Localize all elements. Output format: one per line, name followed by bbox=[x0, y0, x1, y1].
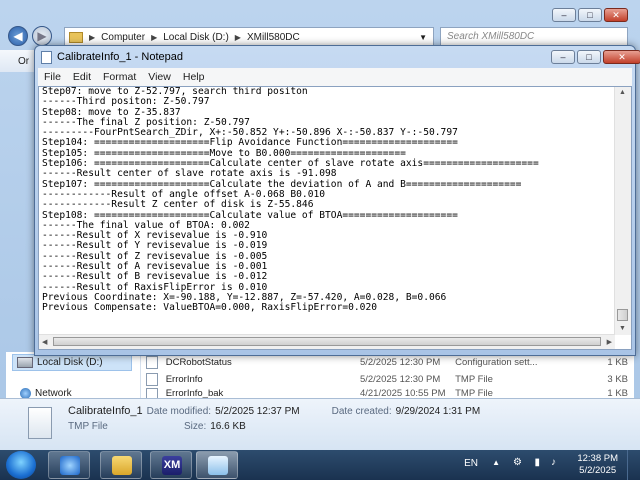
window-title: CalibrateInfo_1 - Notepad bbox=[57, 51, 183, 63]
address-bar[interactable]: ▶ Computer ▶ Local Disk (D:) ▶ XMill580D… bbox=[64, 27, 434, 47]
details-info: CalibrateInfo_1 Date modified: 5/2/2025 … bbox=[68, 405, 480, 432]
file-name: ErrorInfo_bak bbox=[165, 388, 224, 398]
nav-item-local-disk[interactable]: Local Disk (D:) bbox=[12, 354, 132, 371]
menu-format[interactable]: Format bbox=[97, 71, 142, 83]
maximize-button[interactable]: □ bbox=[577, 50, 601, 64]
config-file-icon bbox=[146, 355, 158, 369]
details-modified: 5/2/2025 12:37 PM bbox=[215, 406, 300, 417]
clock-date: 5/2/2025 bbox=[579, 465, 617, 476]
chevron-right-icon: ▶ bbox=[234, 32, 241, 42]
editor-content[interactable]: Step07: move to Z-52.797, search third p… bbox=[42, 87, 614, 337]
menu-file[interactable]: File bbox=[38, 71, 67, 83]
scroll-down-icon[interactable]: ▼ bbox=[619, 325, 626, 332]
breadcrumb-local-disk[interactable]: Local Disk (D:) bbox=[163, 32, 229, 43]
file-row[interactable]: ErrorInfo 5/2/2025 12:30 PM TMP File 3 K… bbox=[146, 371, 628, 387]
file-date: 5/2/2025 12:30 PM bbox=[359, 373, 441, 385]
vertical-scrollbar[interactable]: ▲ ▼ bbox=[614, 87, 631, 335]
file-name: ErrorInfo bbox=[165, 373, 203, 385]
text-line: Previous Compensate: ValueBTOA=0.000, Ra… bbox=[42, 302, 378, 314]
tray-app-icon[interactable]: ⚙ bbox=[513, 457, 522, 468]
taskbar: XM EN ▲ ⚙ ▮ ♪ 12:38 PM 5/2/2025 bbox=[0, 450, 640, 480]
file-row[interactable]: DCRobotStatus 5/2/2025 12:30 PM Configur… bbox=[146, 354, 628, 370]
file-row[interactable]: ErrorInfo_bak 4/21/2025 10:55 PM TMP Fil… bbox=[146, 388, 628, 398]
file-type: Configuration sett... bbox=[455, 356, 538, 368]
details-modified-label: Date modified: bbox=[146, 406, 212, 417]
taskbar-app-notepad[interactable] bbox=[196, 451, 238, 479]
maximize-button[interactable]: □ bbox=[578, 8, 602, 22]
clock[interactable]: 12:38 PM 5/2/2025 bbox=[577, 453, 618, 477]
scroll-thumb[interactable] bbox=[617, 309, 628, 321]
organize-label: Or bbox=[18, 56, 30, 67]
clock-time: 12:38 PM bbox=[577, 453, 618, 464]
notepad-window-controls: – □ ✕ bbox=[551, 50, 640, 64]
chevron-right-icon: ▶ bbox=[89, 32, 96, 42]
details-created: 9/29/2024 1:31 PM bbox=[395, 406, 481, 417]
taskbar-app-xm[interactable]: XM bbox=[150, 451, 192, 479]
teamviewer-icon bbox=[60, 456, 80, 475]
menu-edit[interactable]: Edit bbox=[67, 71, 97, 83]
file-icon bbox=[146, 388, 158, 398]
file-icon bbox=[146, 372, 158, 386]
close-button[interactable]: ✕ bbox=[604, 8, 628, 22]
language-indicator[interactable]: EN bbox=[464, 458, 478, 469]
taskbar-app-teamviewer[interactable] bbox=[48, 451, 90, 479]
scroll-up-icon[interactable]: ▲ bbox=[619, 89, 626, 96]
text-editor[interactable]: Step07: move to Z-52.797, search third p… bbox=[38, 86, 632, 350]
folder-icon bbox=[112, 456, 132, 475]
notepad-window: CalibrateInfo_1 - Notepad – □ ✕ File Edi… bbox=[34, 45, 640, 356]
back-icon[interactable]: ◀ bbox=[8, 26, 28, 46]
file-type: TMP File bbox=[455, 388, 493, 398]
file-date: 4/21/2025 10:55 PM bbox=[359, 388, 446, 398]
notepad-icon bbox=[208, 456, 228, 475]
start-button[interactable] bbox=[6, 451, 36, 479]
volume-icon[interactable]: ♪ bbox=[551, 457, 556, 468]
xm-icon: XM bbox=[162, 456, 182, 475]
scroll-thumb[interactable] bbox=[53, 337, 601, 346]
details-filename: CalibrateInfo_1 bbox=[68, 405, 143, 417]
file-size: 3 KB bbox=[607, 373, 628, 385]
chevron-right-icon: ▶ bbox=[151, 32, 158, 42]
details-pane: CalibrateInfo_1 Date modified: 5/2/2025 … bbox=[0, 398, 640, 451]
breadcrumb-xmill580dc[interactable]: XMill580DC bbox=[247, 32, 300, 43]
details-type: TMP File bbox=[68, 421, 108, 432]
breadcrumb-computer[interactable]: Computer bbox=[101, 32, 145, 43]
menu-help[interactable]: Help bbox=[177, 71, 211, 83]
minimize-button[interactable]: – bbox=[552, 8, 576, 22]
network-icon[interactable]: ▮ bbox=[534, 457, 540, 468]
drive-icon bbox=[17, 357, 33, 368]
details-size: 16.6 KB bbox=[210, 421, 246, 432]
menu-view[interactable]: View bbox=[142, 71, 177, 83]
notepad-icon bbox=[41, 51, 52, 64]
file-date: 5/2/2025 12:30 PM bbox=[359, 356, 441, 368]
chevron-down-icon[interactable]: ▼ bbox=[419, 33, 427, 42]
details-created-label: Date created: bbox=[331, 406, 392, 417]
scroll-left-icon[interactable]: ◀ bbox=[42, 338, 47, 346]
close-button[interactable]: ✕ bbox=[603, 50, 640, 64]
scroll-right-icon[interactable]: ▶ bbox=[607, 338, 612, 346]
forward-icon[interactable]: ▶ bbox=[32, 26, 52, 46]
show-desktop-button[interactable] bbox=[627, 450, 640, 480]
file-type: TMP File bbox=[455, 373, 493, 385]
details-size-label: Size: bbox=[184, 421, 207, 432]
menu-bar: File Edit Format View Help bbox=[38, 68, 632, 86]
minimize-button[interactable]: – bbox=[551, 50, 575, 64]
taskbar-app-explorer[interactable] bbox=[100, 451, 142, 479]
chevron-up-icon[interactable]: ▲ bbox=[492, 458, 500, 467]
explorer-window-controls: – □ ✕ bbox=[552, 8, 628, 22]
file-large-icon bbox=[28, 407, 52, 439]
search-input[interactable]: Search XMill580DC bbox=[440, 27, 628, 47]
horizontal-scrollbar[interactable]: ◀ ▶ bbox=[39, 334, 615, 349]
file-size: 1 KB bbox=[607, 388, 628, 398]
file-size: 1 KB bbox=[607, 356, 628, 368]
nav-item-label: Local Disk (D:) bbox=[37, 357, 103, 368]
navigation-pane: Local Disk (D:) Network bbox=[6, 352, 141, 399]
file-area: Local Disk (D:) Network DCRobotStatus 5/… bbox=[6, 352, 634, 399]
folder-icon bbox=[69, 31, 83, 43]
file-name: DCRobotStatus bbox=[165, 356, 232, 368]
